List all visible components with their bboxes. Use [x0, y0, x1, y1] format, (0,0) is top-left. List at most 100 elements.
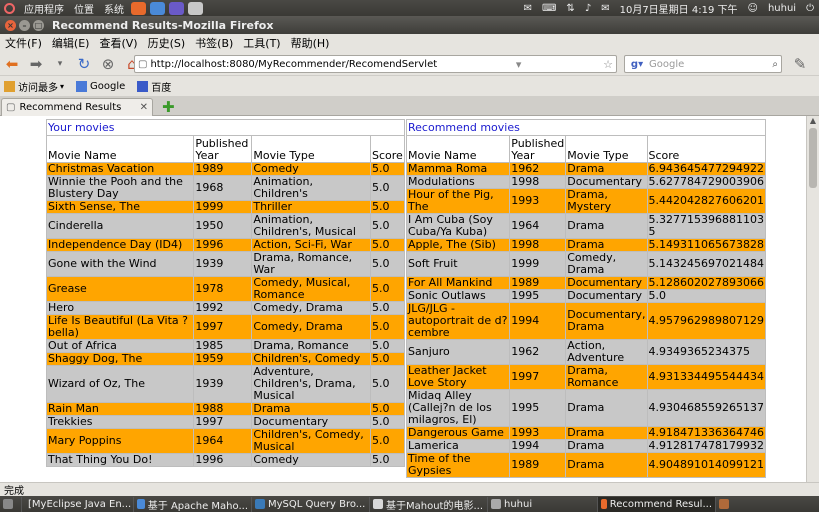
close-tab-icon[interactable]: ✕: [140, 102, 148, 113]
bookmark-star-icon[interactable]: ☆: [600, 58, 616, 71]
table-row: Hero 1992 Comedy, Drama 5.0: [45, 301, 406, 315]
column-header: Movie Name: [45, 135, 195, 163]
table-row: Shaggy Dog, The 1959 Children's, Comedy 5.0: [45, 352, 406, 366]
volume-icon[interactable]: ♪: [580, 3, 596, 14]
window-titlebar[interactable]: × – □ Recommend Results-Mozilla Firefox: [0, 16, 819, 34]
table-cell: 4.912817478179932: [646, 439, 766, 453]
bookmark-most-visited[interactable]: 访问最多 ▾: [4, 79, 64, 94]
ubuntu-logo-icon[interactable]: [4, 2, 15, 14]
scroll-up-icon[interactable]: ▲: [807, 116, 819, 128]
bookmark-google[interactable]: Google: [76, 80, 125, 92]
stop-icon[interactable]: ⊗: [98, 54, 118, 74]
table-cell: Mary Poppins: [45, 428, 195, 454]
table-cell: Wizard of Oz, The: [45, 365, 195, 403]
minimize-window-icon[interactable]: –: [19, 19, 30, 31]
vertical-scrollbar[interactable]: ▲: [806, 116, 819, 482]
column-header: Movie Type: [251, 135, 371, 163]
firefox-launcher-icon[interactable]: [131, 1, 146, 15]
maximize-window-icon[interactable]: □: [33, 19, 44, 31]
user-icon[interactable]: ☺: [743, 3, 763, 14]
task-label: 基于 Apache Maho...: [147, 500, 248, 512]
table-cell: 1968: [193, 175, 253, 201]
table-cell: Christmas Vacation: [45, 162, 195, 176]
column-header: Score: [369, 135, 406, 163]
table-header-row: Movie Name Published Year Movie Type Score: [405, 135, 766, 163]
table-cell: 5.0: [369, 213, 406, 239]
task-myeclipse[interactable]: [MyEclipse Java En...: [22, 496, 134, 512]
table-row: Apple, The (Sib) 1998 Drama 5.1493110656738…: [405, 238, 766, 252]
table-cell: 5.0: [369, 175, 406, 201]
table-cell: 5.442042827606201: [646, 188, 766, 214]
table-cell: For All Mankind: [405, 276, 511, 290]
table-cell: 5.149311065673828: [646, 238, 766, 252]
task-chrome-mahout[interactable]: 基于 Apache Maho...: [134, 496, 252, 512]
table-cell: Leather Jacket Love Story: [405, 364, 511, 390]
table-cell: Trekkies: [45, 415, 195, 429]
table-cell: Documentary: [565, 276, 648, 290]
table-row: Midaq Alley (Callej?n de los milagros, E…: [405, 389, 766, 427]
tab-recommend-results[interactable]: ▢ Recommend Results ✕: [1, 98, 153, 116]
close-window-icon[interactable]: ×: [5, 19, 16, 31]
task-document[interactable]: 基于Mahout的电影...: [370, 496, 488, 512]
reload-icon[interactable]: ↻: [74, 54, 94, 74]
url-bar[interactable]: ▢ http://localhost:8080/MyRecommender/Re…: [134, 55, 617, 73]
user-name[interactable]: huhui: [763, 3, 801, 14]
url-text[interactable]: http://localhost:8080/MyRecommender/Reco…: [150, 59, 437, 70]
table-row: Sanjuro 1962 Action, Adventure 4.9349365234…: [405, 339, 766, 365]
menu-view[interactable]: 查看(V): [94, 35, 142, 51]
table-cell: 1994: [509, 302, 567, 340]
task-firefox[interactable]: Recommend Resul...: [598, 496, 716, 512]
task-mysql[interactable]: MySQL Query Bro...: [252, 496, 370, 512]
menu-help[interactable]: 帮助(H): [286, 35, 335, 51]
table-row: Rain Man 1988 Drama 5.0: [45, 402, 406, 416]
table-cell: Hour of the Pig, The: [405, 188, 511, 214]
search-icon[interactable]: ⌕: [769, 59, 781, 70]
menu-tools[interactable]: 工具(T): [238, 35, 285, 51]
table-row: Trekkies 1997 Documentary 5.0: [45, 415, 406, 429]
network-icon[interactable]: ⇅: [561, 3, 579, 14]
table-cell: Sanjuro: [405, 339, 511, 365]
history-dropdown-icon[interactable]: ▾: [50, 54, 70, 74]
menu-system[interactable]: 系统: [99, 1, 129, 16]
table-cell: Sonic Outlaws: [405, 289, 511, 303]
trash-icon[interactable]: [716, 497, 738, 512]
forward-icon[interactable]: ➡: [26, 54, 46, 74]
table-row: Dangerous Game 1993 Drama 4.918471336364746: [405, 426, 766, 440]
firefox-icon: [601, 499, 607, 509]
menu-history[interactable]: 历史(S): [143, 35, 191, 51]
table-cell: 1988: [193, 402, 253, 416]
table-cell: 5.0: [369, 352, 406, 366]
table-cell: 5.0: [369, 238, 406, 252]
chrome-launcher-icon[interactable]: [150, 1, 165, 15]
menu-file[interactable]: 文件(F): [0, 35, 47, 51]
eclipse-launcher-icon[interactable]: [169, 1, 184, 15]
search-box[interactable]: g▾ Google ⌕: [624, 55, 782, 73]
dropdown-icon[interactable]: ▾: [513, 58, 525, 71]
scrollbar-thumb[interactable]: [809, 128, 817, 188]
addon-icon[interactable]: ✎: [790, 54, 810, 74]
mail-icon[interactable]: ✉: [519, 3, 537, 14]
table-cell: Midaq Alley (Callej?n de los milagros, E…: [405, 389, 511, 427]
table-cell: Dangerous Game: [405, 426, 511, 440]
power-icon[interactable]: ⏻: [801, 3, 819, 14]
table-cell: Drama, Romance: [565, 364, 648, 390]
bookmark-baidu[interactable]: 百度: [137, 79, 171, 94]
messaging-icon[interactable]: ✉: [596, 3, 614, 14]
keyboard-icon[interactable]: ⌨: [537, 3, 561, 14]
back-icon[interactable]: ⬅: [2, 54, 22, 74]
menu-edit[interactable]: 编辑(E): [47, 35, 95, 51]
task-terminal[interactable]: huhui: [488, 496, 598, 512]
page-content: Your movies Movie Name Published Year Movie…: [0, 116, 819, 482]
clock[interactable]: 10月7日星期日 4:19 下午: [615, 1, 743, 16]
menu-applications[interactable]: 应用程序: [19, 1, 69, 16]
menu-places[interactable]: 位置: [69, 1, 99, 16]
menu-bookmarks[interactable]: 书签(B): [190, 35, 238, 51]
table-cell: 4.931334495544434: [646, 364, 766, 390]
screenshot-launcher-icon[interactable]: [188, 1, 203, 15]
search-input[interactable]: Google: [649, 59, 769, 70]
column-header: Movie Type: [565, 135, 648, 163]
search-engine-icon[interactable]: g▾: [627, 57, 647, 71]
new-tab-icon[interactable]: ✚: [162, 98, 175, 116]
show-desktop-icon[interactable]: [0, 496, 22, 512]
table-cell: 1996: [193, 238, 253, 252]
